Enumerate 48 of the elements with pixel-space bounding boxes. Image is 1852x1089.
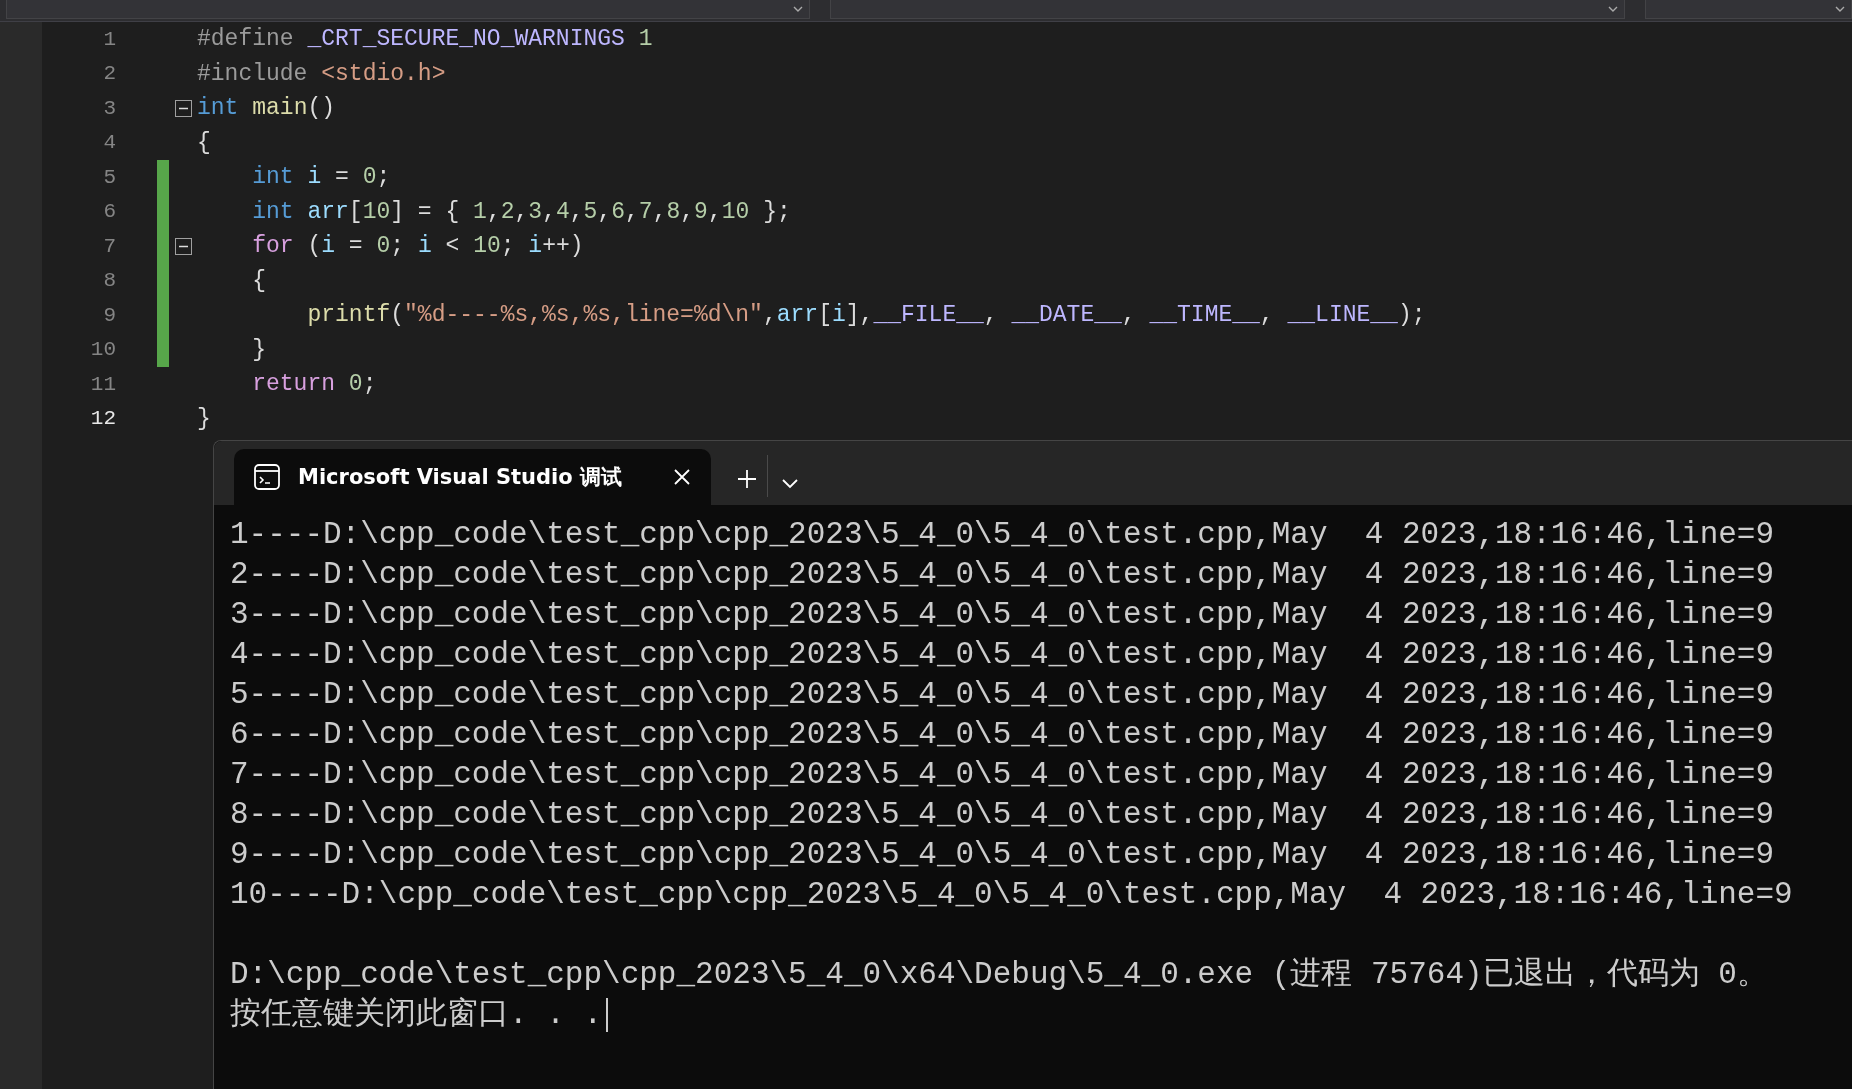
close-icon[interactable]	[673, 468, 691, 486]
line-number: 7	[102, 234, 116, 258]
code-line: #define _CRT_SECURE_NO_WARNINGS 1	[197, 26, 654, 53]
line-number: 10	[89, 338, 116, 362]
console-icon	[254, 464, 280, 490]
line-number: 3	[102, 96, 116, 120]
line-number: 9	[102, 303, 116, 327]
close-prompt: 按任意键关闭此窗口. . .	[230, 996, 602, 1034]
exit-message: D:\cpp_code\test_cpp\cpp_2023\5_4_0\x64\Debug\5_4_0.exe (进程 75764)已退出，代码为 0。	[230, 956, 1768, 994]
console-output-line: 6----D:\cpp_code\test_cpp\cpp_2023\5_4_0\5_4_0\test.cpp,May 4 2023,18:16:46,line=9	[230, 716, 1775, 754]
console-output-line: 1----D:\cpp_code\test_cpp\cpp_2023\5_4_0\5_4_0\test.cpp,May 4 2023,18:16:46,line=9	[230, 516, 1775, 554]
code-line: printf("%d----%s,%s,%s,line=%d\n",arr[i],__FILE__, __DATE__, __TIME__, __LINE__);	[306, 302, 1426, 329]
caret-icon	[1835, 6, 1845, 12]
console-output-line: 3----D:\cpp_code\test_cpp\cpp_2023\5_4_0\5_4_0\test.cpp,May 4 2023,18:16:46,line=9	[230, 596, 1775, 634]
console-output-line: 10----D:\cpp_code\test_cpp\cpp_2023\5_4_0\5_4_0\test.cpp,May 4 2023,18:16:46,line=9	[230, 876, 1793, 914]
code-line: int arr[10] = { 1,2,3,4,5,6,7,8,9,10 };	[251, 198, 792, 225]
plus-icon	[737, 469, 757, 489]
code-line: int i = 0;	[251, 164, 392, 191]
collapse-icon[interactable]	[174, 99, 192, 117]
caret-icon	[793, 6, 804, 12]
line-number: 4	[102, 131, 116, 155]
chevron-down-icon	[782, 479, 798, 489]
console-output-line: 7----D:\cpp_code\test_cpp\cpp_2023\5_4_0\5_4_0\test.cpp,May 4 2023,18:16:46,line=9	[230, 756, 1775, 794]
text-cursor	[606, 998, 608, 1032]
console-output-line: 5----D:\cpp_code\test_cpp\cpp_2023\5_4_0\5_4_0\test.cpp,May 4 2023,18:16:46,line=9	[230, 676, 1775, 714]
line-number: 8	[102, 269, 116, 293]
line-number: 5	[102, 165, 116, 189]
line-number: 11	[89, 372, 116, 396]
tab-title: Microsoft Visual Studio 调试	[298, 464, 624, 491]
line-number: 6	[102, 200, 116, 224]
code-line: #include <stdio.h>	[197, 60, 447, 87]
code-line: }	[251, 336, 267, 363]
code-line: return 0;	[251, 371, 378, 398]
code-line: }	[197, 405, 212, 432]
collapse-icon[interactable]	[174, 237, 192, 255]
console-output-line: 8----D:\cpp_code\test_cpp\cpp_2023\5_4_0\5_4_0\test.cpp,May 4 2023,18:16:46,line=9	[230, 796, 1775, 834]
code-line: {	[197, 129, 212, 156]
code-line: {	[251, 267, 267, 294]
line-number: 12	[89, 407, 116, 431]
code-line: for (i = 0; i < 10; i++)	[251, 233, 585, 260]
line-number: 1	[102, 27, 116, 51]
console-output-line: 4----D:\cpp_code\test_cpp\cpp_2023\5_4_0\5_4_0\test.cpp,May 4 2023,18:16:46,line=9	[230, 636, 1775, 674]
code-line: int main()	[197, 95, 337, 122]
line-number: 2	[102, 62, 116, 86]
console-tab[interactable]: Microsoft Visual Studio 调试	[234, 449, 711, 505]
console-output-line: 2----D:\cpp_code\test_cpp\cpp_2023\5_4_0\5_4_0\test.cpp,May 4 2023,18:16:46,line=9	[230, 556, 1775, 594]
console-output-line: 9----D:\cpp_code\test_cpp\cpp_2023\5_4_0\5_4_0\test.cpp,May 4 2023,18:16:46,line=9	[230, 836, 1775, 874]
caret-icon	[1607, 6, 1618, 12]
